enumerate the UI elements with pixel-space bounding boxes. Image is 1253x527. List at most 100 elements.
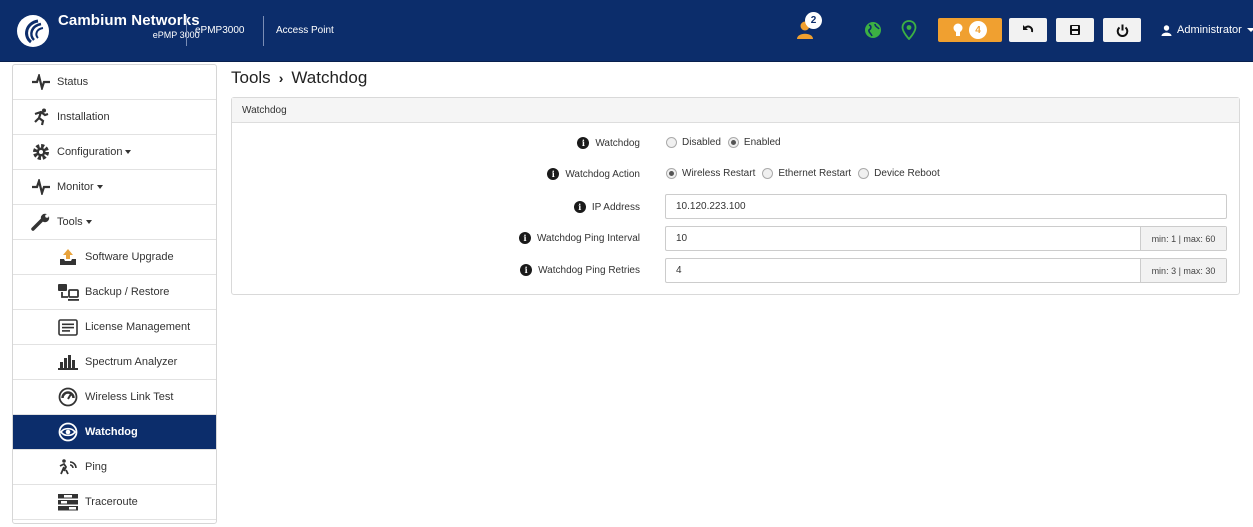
chevron-right-icon: › bbox=[278, 70, 284, 86]
sidebar-item-label: Traceroute bbox=[85, 496, 138, 508]
alerts-button[interactable]: 4 bbox=[938, 18, 1002, 42]
panel-title: Watchdog bbox=[232, 98, 1239, 123]
ping-interval-field[interactable]: min: 1 | max: 60 bbox=[665, 226, 1227, 251]
sidebar-item-installation[interactable]: Installation bbox=[13, 100, 216, 135]
user-name: Administrator bbox=[1177, 24, 1242, 36]
device-mode: Access Point bbox=[276, 25, 334, 36]
backup-icon bbox=[56, 281, 80, 303]
ip-address-input[interactable] bbox=[666, 195, 1226, 218]
ping-retries-range: min: 3 | max: 30 bbox=[1140, 259, 1226, 282]
sidebar-item-backup-restore[interactable]: Backup / Restore bbox=[13, 275, 216, 310]
sidebar-item-status[interactable]: Status bbox=[13, 65, 216, 100]
radio-label: Device Reboot bbox=[874, 168, 940, 179]
pulse-icon bbox=[29, 176, 53, 198]
sidebar-item-label: Spectrum Analyzer bbox=[85, 356, 178, 368]
watchdog-action-radio-group: Wireless Restart Ethernet Restart Device… bbox=[666, 168, 947, 179]
ping-retries-field[interactable]: min: 3 | max: 30 bbox=[665, 258, 1227, 283]
license-icon bbox=[56, 316, 80, 338]
info-icon[interactable]: i bbox=[518, 232, 531, 244]
user-alert-badge: 2 bbox=[805, 12, 822, 29]
chevron-down-icon bbox=[125, 150, 132, 154]
user-icon bbox=[1161, 24, 1172, 36]
brand: Cambium Networks ePMP 3000 bbox=[58, 12, 200, 40]
chevron-down-icon bbox=[85, 220, 92, 224]
info-icon[interactable]: i bbox=[577, 137, 590, 149]
watchdog-radio-group: Disabled Enabled bbox=[666, 137, 788, 148]
sidebar-item-label: Backup / Restore bbox=[85, 286, 170, 298]
ip-address-field[interactable] bbox=[665, 194, 1227, 219]
field-label: Watchdog Ping Retries bbox=[538, 264, 640, 276]
sidebar-item-label: Software Upgrade bbox=[85, 251, 174, 263]
undo-icon bbox=[1023, 25, 1034, 33]
sidebar-item-monitor[interactable]: Monitor bbox=[13, 170, 216, 205]
upload-icon bbox=[56, 246, 80, 268]
save-button[interactable] bbox=[1056, 18, 1094, 42]
field-label: Watchdog bbox=[595, 137, 640, 149]
sidebar-item-configuration[interactable]: Configuration bbox=[13, 135, 216, 170]
chevron-down-icon bbox=[1246, 28, 1253, 32]
eye-icon bbox=[56, 421, 80, 443]
radio-button[interactable] bbox=[666, 168, 677, 179]
sidebar-item-label: Watchdog bbox=[85, 426, 138, 438]
sidebar-item-software-upgrade[interactable]: Software Upgrade bbox=[13, 240, 216, 275]
radio-label: Wireless Restart bbox=[682, 168, 756, 179]
lightbulb-icon bbox=[953, 23, 963, 36]
radio-button[interactable] bbox=[762, 168, 774, 179]
sidebar-item-label: Status bbox=[57, 76, 89, 88]
info-icon[interactable]: i bbox=[573, 201, 586, 213]
device-reboot-radio[interactable]: Device Reboot bbox=[858, 168, 940, 179]
divider bbox=[186, 16, 187, 46]
ping-retries-input[interactable] bbox=[666, 259, 1140, 282]
sidebar-item-label: Tools bbox=[57, 216, 83, 228]
watchdog-disabled-radio[interactable]: Disabled bbox=[666, 137, 721, 148]
sidebar-item-label: Ping bbox=[85, 461, 108, 473]
chevron-down-icon bbox=[96, 185, 103, 189]
ping-icon bbox=[56, 456, 80, 478]
ping-interval-range: min: 1 | max: 60 bbox=[1140, 227, 1226, 250]
sidebar-item-traceroute[interactable]: Traceroute bbox=[13, 485, 216, 520]
sidebar: Status Installation Configuration Monito… bbox=[12, 64, 217, 524]
user-alert-button[interactable]: 2 bbox=[792, 12, 822, 42]
sidebar-item-label: Monitor bbox=[57, 181, 94, 193]
radio-button[interactable] bbox=[858, 168, 870, 179]
sidebar-item-license-management[interactable]: License Management bbox=[13, 310, 216, 345]
watchdog-enabled-radio[interactable]: Enabled bbox=[727, 137, 781, 148]
radio-label: Enabled bbox=[743, 137, 781, 148]
sidebar-item-label: License Management bbox=[85, 321, 191, 333]
info-icon[interactable]: i bbox=[520, 264, 533, 276]
user-menu[interactable]: Administrator bbox=[1161, 24, 1253, 36]
ping-retries-label: i Watchdog Ping Retries bbox=[520, 264, 640, 276]
info-icon[interactable]: i bbox=[547, 168, 560, 180]
wrench-icon bbox=[29, 211, 53, 233]
ethernet-restart-radio[interactable]: Ethernet Restart bbox=[762, 168, 851, 179]
sidebar-item-label: Wireless Link Test bbox=[85, 391, 174, 403]
sidebar-item-ping[interactable]: Ping bbox=[13, 450, 216, 485]
location-button[interactable] bbox=[898, 18, 920, 42]
radio-label: Ethernet Restart bbox=[778, 168, 852, 179]
alerts-count: 4 bbox=[969, 21, 987, 39]
power-icon bbox=[1116, 24, 1128, 37]
sidebar-item-watchdog[interactable]: Watchdog bbox=[13, 415, 216, 450]
sidebar-item-tools[interactable]: Tools bbox=[13, 205, 216, 240]
globe-icon bbox=[865, 22, 881, 38]
radio-button[interactable] bbox=[666, 137, 677, 148]
device-name: ePMP3000 bbox=[195, 25, 245, 36]
ip-address-label: i IP Address bbox=[573, 201, 640, 213]
radio-label: Disabled bbox=[682, 137, 721, 148]
pulse-icon bbox=[29, 71, 53, 93]
page-title: Tools › Watchdog bbox=[231, 68, 367, 88]
undo-button[interactable] bbox=[1009, 18, 1047, 42]
reboot-button[interactable] bbox=[1103, 18, 1141, 42]
breadcrumb-current: Watchdog bbox=[291, 68, 368, 87]
sidebar-item-spectrum-analyzer[interactable]: Spectrum Analyzer bbox=[13, 345, 216, 380]
gauge-icon bbox=[56, 386, 80, 408]
running-person-icon bbox=[29, 106, 53, 128]
wireless-restart-radio[interactable]: Wireless Restart bbox=[666, 168, 755, 179]
sidebar-item-wireless-link-test[interactable]: Wireless Link Test bbox=[13, 380, 216, 415]
radio-button[interactable] bbox=[727, 137, 739, 148]
sidebar-item-label: Installation bbox=[57, 111, 110, 123]
globe-button[interactable] bbox=[862, 18, 884, 42]
ping-interval-input[interactable] bbox=[666, 227, 1140, 250]
top-navbar: Cambium Networks ePMP 3000 ePMP3000 Acce… bbox=[0, 0, 1253, 62]
field-label: Watchdog Action bbox=[565, 168, 640, 180]
